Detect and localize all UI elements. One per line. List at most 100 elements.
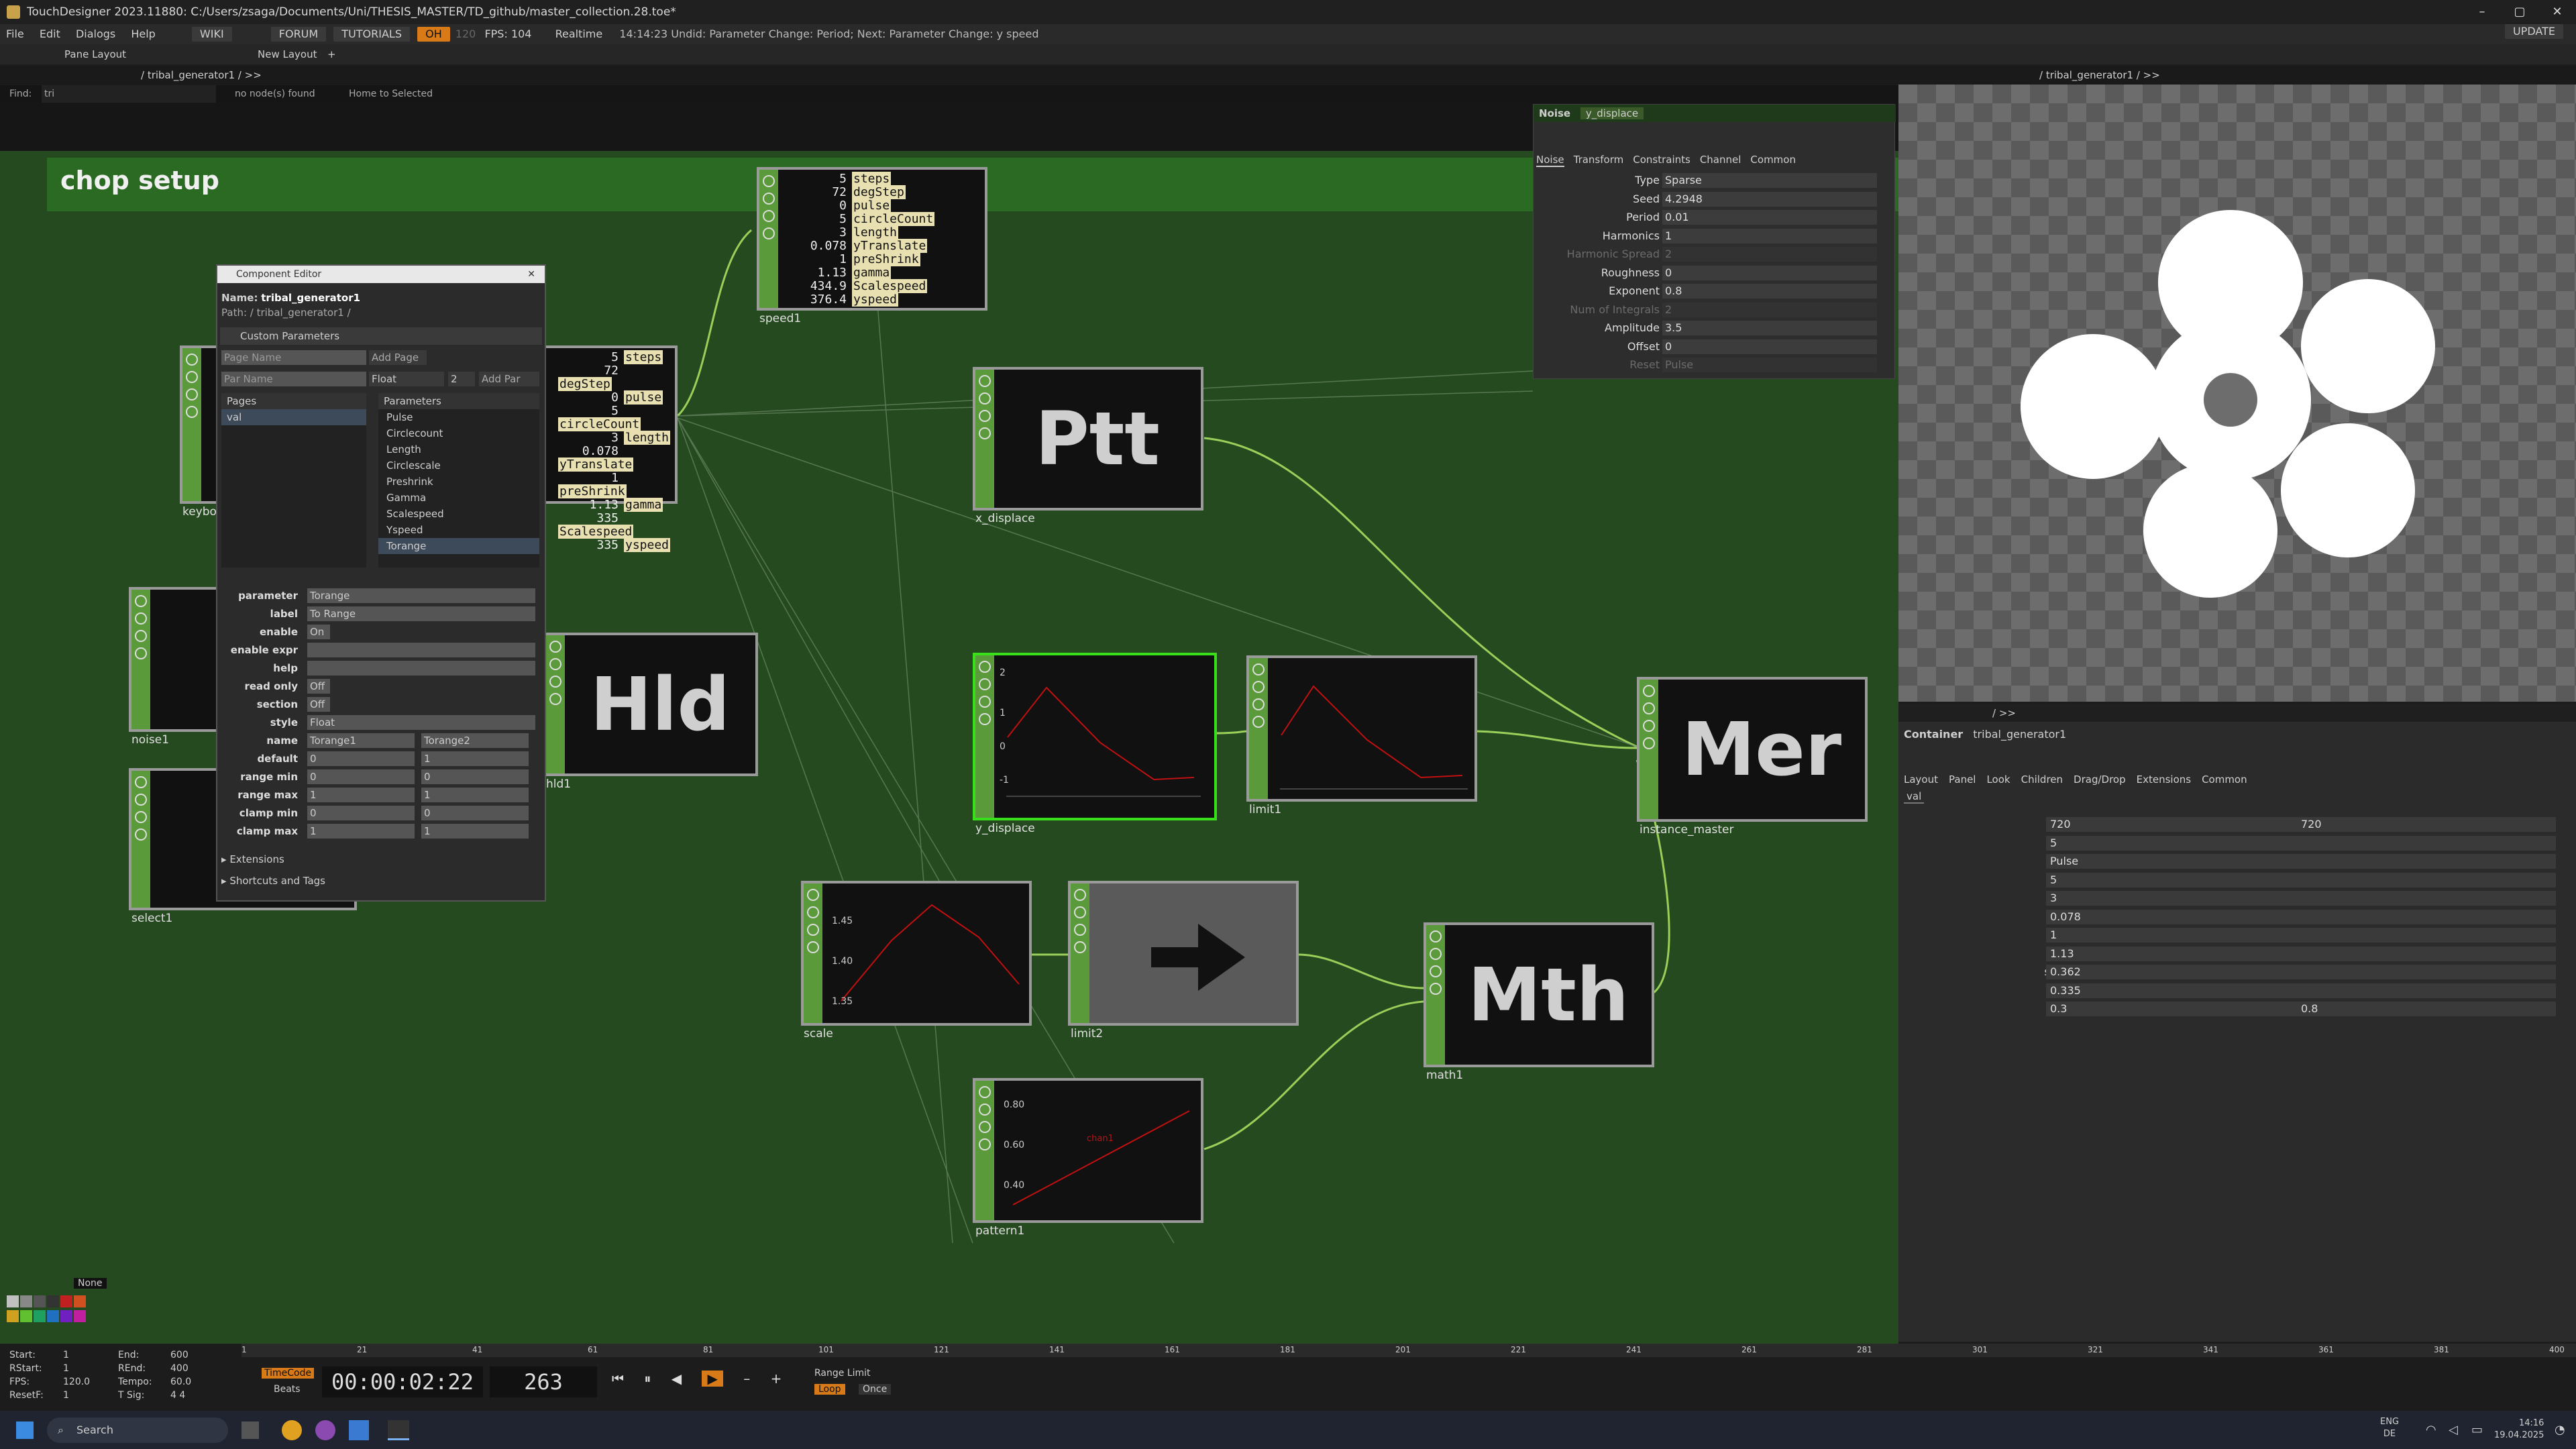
- node-label[interactable]: limit1: [1249, 803, 1281, 816]
- page-tab-val[interactable]: val: [1904, 790, 1925, 804]
- page-name-input[interactable]: Page Name: [221, 350, 366, 365]
- color-swatch[interactable]: [7, 1295, 19, 1307]
- param-item[interactable]: Scalespeed: [378, 506, 539, 522]
- param-value[interactable]: 0.8: [1662, 284, 1877, 299]
- param-item[interactable]: Yspeed: [378, 522, 539, 538]
- maximize-button[interactable]: ▢: [2501, 0, 2538, 24]
- pane-layout-tab[interactable]: Pane Layout: [64, 44, 126, 64]
- param-value-field[interactable]: 1: [2046, 928, 2556, 943]
- node-label[interactable]: speed1: [759, 312, 801, 325]
- add-par-button[interactable]: Add Par: [479, 372, 539, 386]
- menu-help[interactable]: Help: [125, 24, 161, 44]
- property-value[interactable]: Float: [307, 715, 535, 730]
- page-item-val[interactable]: val: [221, 409, 366, 425]
- node-hld1[interactable]: Hld hld1: [543, 633, 758, 791]
- node-label[interactable]: x_displace: [975, 512, 1035, 525]
- node-label[interactable]: hld1: [546, 777, 571, 791]
- volume-icon[interactable]: ◁: [2449, 1411, 2458, 1449]
- param-value-field[interactable]: 3: [2046, 891, 2556, 906]
- update-button[interactable]: UPDATE: [2505, 24, 2563, 39]
- tempo-value[interactable]: 60.0: [170, 1376, 191, 1389]
- tsig-value[interactable]: 4 4: [170, 1389, 185, 1402]
- property-value[interactable]: 0: [421, 769, 529, 784]
- node-label[interactable]: keybo: [182, 505, 217, 519]
- property-value[interactable]: 0: [421, 806, 529, 820]
- oh-badge[interactable]: OH: [417, 27, 450, 42]
- tab-transform[interactable]: Transform: [1574, 154, 1624, 166]
- param-value-field[interactable]: 0.3 0.8: [2046, 1002, 2556, 1016]
- minus-icon[interactable]: –: [743, 1371, 750, 1387]
- node-label[interactable]: scale: [804, 1027, 833, 1040]
- param-value-field[interactable]: 720 720: [2046, 817, 2556, 832]
- tab-channel[interactable]: Channel: [1700, 154, 1741, 166]
- tab-extensions[interactable]: Extensions: [2137, 773, 2191, 786]
- node-flags[interactable]: [1640, 680, 1658, 819]
- network-path[interactable]: / tribal_generator1 / >>: [141, 66, 262, 85]
- tutorials-button[interactable]: TUTORIALS: [333, 27, 410, 42]
- color-swatch[interactable]: [47, 1295, 59, 1307]
- param-value-field[interactable]: 5: [2046, 872, 2556, 888]
- color-swatch[interactable]: [74, 1310, 86, 1322]
- property-value[interactable]: Torange1: [307, 733, 415, 748]
- taskbar-search[interactable]: ⌕ Search: [47, 1417, 228, 1443]
- frame-display[interactable]: 263: [490, 1366, 597, 1397]
- node-flags[interactable]: [759, 170, 778, 308]
- node-flags[interactable]: [975, 655, 994, 818]
- new-layout-tab[interactable]: New Layout: [258, 44, 317, 64]
- param-value-field[interactable]: 5: [2046, 835, 2556, 851]
- property-value[interactable]: 1: [421, 824, 529, 839]
- forum-button[interactable]: FORUM: [270, 27, 327, 42]
- property-value[interactable]: 1: [421, 751, 529, 766]
- menu-dialogs[interactable]: Dialogs: [70, 24, 121, 44]
- tab-look[interactable]: Look: [1986, 773, 2010, 786]
- rend-value[interactable]: 400: [170, 1362, 189, 1375]
- param-value[interactable]: 2: [1662, 247, 1877, 262]
- node-instance-master[interactable]: Mer instance_master: [1637, 677, 1868, 837]
- node-scale[interactable]: 1.45 1.40 1.35 scale: [801, 881, 1032, 1040]
- tab-drag-drop[interactable]: Drag/Drop: [2074, 773, 2126, 786]
- loop-toggle[interactable]: Loop: [814, 1384, 845, 1395]
- property-value[interactable]: Off: [307, 679, 330, 694]
- param-item[interactable]: Length: [378, 441, 539, 458]
- property-value[interactable]: 1: [421, 788, 529, 802]
- color-swatch[interactable]: [34, 1310, 46, 1322]
- input-language[interactable]: ENG DE: [2380, 1416, 2399, 1440]
- node-label[interactable]: math1: [1426, 1069, 1463, 1082]
- node-label[interactable]: limit2: [1071, 1027, 1103, 1040]
- node-pattern1[interactable]: 0.80 0.60 0.40 chan1 pattern1: [973, 1078, 1203, 1238]
- rstart-value[interactable]: 1: [63, 1362, 69, 1375]
- param-item[interactable]: Circlescale: [378, 458, 539, 474]
- node-flags[interactable]: [975, 370, 994, 508]
- node-noise1[interactable]: noise1: [129, 587, 223, 747]
- color-swatch[interactable]: [74, 1295, 86, 1307]
- property-value[interactable]: Off: [307, 697, 330, 712]
- tab-constraints[interactable]: Constraints: [1633, 154, 1690, 166]
- node-flags[interactable]: [1071, 883, 1089, 1023]
- plus-icon[interactable]: +: [771, 1371, 782, 1387]
- color-swatch[interactable]: [7, 1310, 19, 1322]
- menu-edit[interactable]: Edit: [34, 24, 66, 44]
- node-label[interactable]: instance_master: [1640, 823, 1733, 837]
- node-flags[interactable]: [131, 771, 150, 908]
- start-value[interactable]: 1: [63, 1349, 69, 1362]
- op-name-field[interactable]: tribal_generator1: [1973, 728, 2066, 741]
- param-value[interactable]: 0: [1662, 339, 1877, 354]
- property-value[interactable]: 0: [307, 751, 415, 766]
- node-label[interactable]: y_displace: [975, 822, 1035, 835]
- par-size-select[interactable]: 2: [448, 372, 475, 386]
- wiki-button[interactable]: WIKI: [191, 27, 232, 42]
- param-value[interactable]: Sparse: [1662, 173, 1877, 188]
- color-swatch[interactable]: [34, 1295, 46, 1307]
- rewind-icon[interactable]: ⏮: [612, 1371, 624, 1387]
- property-value[interactable]: 0: [307, 769, 415, 784]
- add-layout-icon[interactable]: +: [327, 44, 336, 64]
- menu-file[interactable]: File: [0, 24, 30, 44]
- par-type-select[interactable]: Float: [369, 372, 444, 386]
- property-value[interactable]: 1: [307, 824, 415, 839]
- task-view-icon[interactable]: [241, 1421, 259, 1439]
- param-value[interactable]: 0: [1662, 265, 1877, 280]
- chrome-icon[interactable]: [282, 1420, 302, 1440]
- node-limit2[interactable]: limit2: [1068, 881, 1299, 1040]
- param-value[interactable]: 2: [1662, 302, 1877, 317]
- param-value-field[interactable]: 1.13: [2046, 946, 2556, 961]
